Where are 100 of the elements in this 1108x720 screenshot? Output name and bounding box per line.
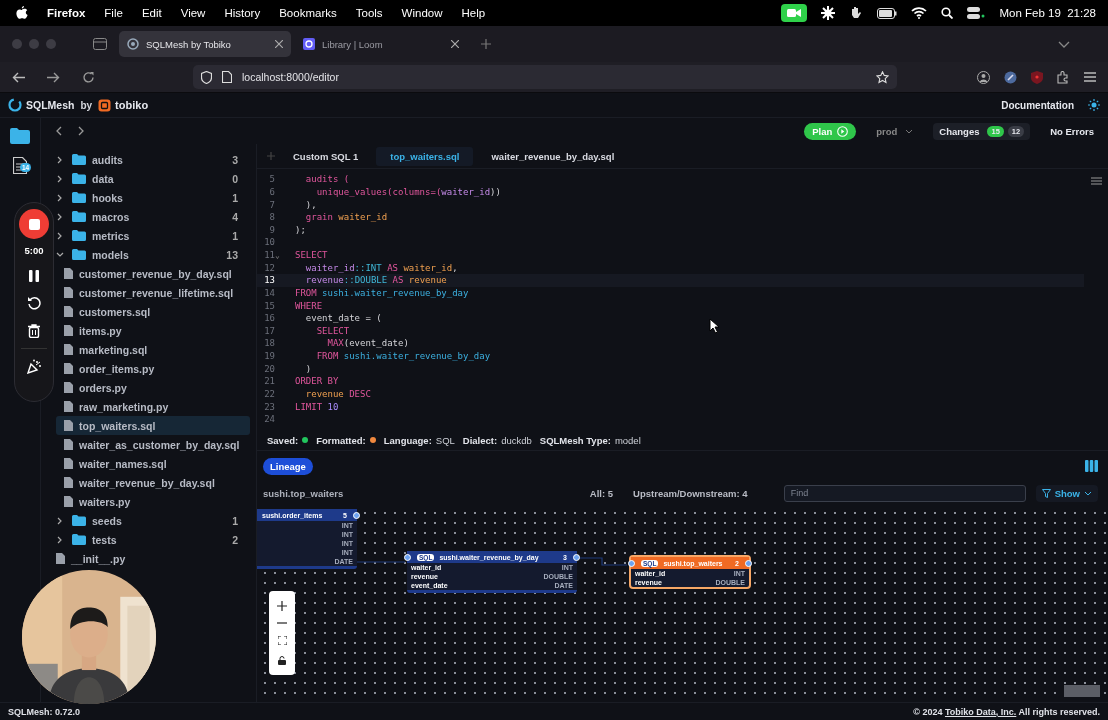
tree-item[interactable]: customers.sql (56, 302, 250, 321)
sidebar-toggle-icon[interactable] (93, 38, 107, 50)
connector-handle[interactable] (353, 511, 360, 519)
code-line: revenue DESC (304, 388, 371, 399)
tab-list-chevron-icon[interactable] (1058, 40, 1070, 48)
chevron-icon (56, 516, 64, 525)
gear-icon[interactable] (821, 6, 836, 20)
toggle-icon[interactable] (967, 7, 986, 19)
back-arrow-icon[interactable] (12, 71, 25, 83)
shield-extension-icon[interactable] (1031, 70, 1043, 84)
columns-icon[interactable] (1085, 460, 1098, 472)
show-button[interactable]: Show (1035, 484, 1098, 502)
menu-item[interactable]: Help (461, 7, 486, 19)
connector-handle[interactable] (573, 553, 580, 561)
shield-icon[interactable] (201, 70, 212, 84)
page-icon[interactable] (222, 71, 232, 83)
lineage-tab[interactable]: Lineage (263, 457, 313, 475)
tree-item[interactable]: data 0 (56, 169, 250, 188)
forward-arrow-icon[interactable] (47, 71, 60, 83)
address-bar[interactable]: localhost:8000/editor (193, 65, 897, 89)
fold-toggle[interactable]: ⌄ (275, 250, 280, 260)
zoom-in-icon[interactable] (277, 600, 287, 611)
editor-tab[interactable]: top_waiters.sql (376, 146, 474, 166)
reload-icon[interactable] (82, 70, 95, 84)
editor-tab[interactable]: Custom SQL 1 (279, 146, 373, 166)
tree-item[interactable]: waiter_revenue_by_day.sql (56, 473, 250, 492)
restart-icon[interactable] (27, 296, 41, 310)
tree-item[interactable]: seeds 1 (56, 511, 250, 530)
documentation-link[interactable]: Documentation (1001, 99, 1074, 111)
menu-icon[interactable] (1084, 72, 1096, 82)
zoom-out-icon[interactable] (277, 622, 287, 625)
tree-item[interactable]: items.py (56, 321, 250, 340)
menu-item[interactable]: Bookmarks (279, 7, 337, 19)
chevron-icon (56, 231, 64, 240)
company-logo-icon (98, 98, 112, 112)
close-icon[interactable] (451, 40, 459, 48)
wifi-icon[interactable] (911, 7, 928, 19)
editor-tab[interactable]: waiter_revenue_by_day.sql (477, 146, 629, 166)
stop-recording-button[interactable] (19, 209, 49, 239)
party-popper-icon[interactable] (26, 359, 42, 374)
menu-item[interactable]: History (224, 7, 261, 19)
account-icon[interactable] (977, 70, 990, 84)
status-label: Dialect: (462, 434, 498, 446)
tree-item[interactable]: raw_marketing.py (56, 397, 250, 416)
menu-app-name[interactable]: Firefox (47, 7, 86, 19)
tree-item[interactable]: hooks 1 (56, 188, 250, 207)
errors-button[interactable]: No Errors (1044, 124, 1100, 138)
folder-icon[interactable] (10, 128, 30, 144)
back-chevron-icon[interactable] (55, 126, 62, 136)
minimap-toggle-icon[interactable] (1091, 177, 1102, 185)
tree-item[interactable]: marketing.sql (56, 340, 250, 359)
apple-icon[interactable] (16, 6, 28, 20)
document-icon[interactable] (13, 157, 27, 174)
camera-status-icon[interactable] (781, 4, 808, 22)
tree-item[interactable]: waiters.py (56, 492, 250, 511)
puzzle-icon[interactable] (1057, 70, 1070, 84)
line-number: 21 (263, 376, 275, 387)
tree-item[interactable]: audits 3 (56, 150, 250, 169)
menu-clock[interactable]: Mon Feb 19 21:28 (999, 7, 1096, 19)
tree-item[interactable]: orders.py (56, 378, 250, 397)
menu-item[interactable]: View (180, 7, 206, 19)
sun-icon[interactable] (1088, 99, 1100, 111)
tree-item[interactable]: models 13 (56, 245, 250, 264)
tree-item[interactable]: customer_revenue_by_day.sql (56, 264, 250, 283)
find-field[interactable]: Find (783, 484, 1026, 502)
connector-handle[interactable] (745, 559, 752, 567)
menu-item[interactable]: Tools (355, 7, 383, 19)
browser-tab[interactable]: Library | Loom (295, 31, 467, 57)
tree-item[interactable]: top_waiters.sql (56, 416, 250, 435)
environment-dropdown[interactable]: prod (870, 124, 920, 138)
menu-item[interactable]: File (104, 7, 123, 19)
code-line: unique_values(columns=(waiter_id)) (315, 186, 501, 197)
menu-item[interactable]: Edit (141, 7, 162, 19)
company-link[interactable]: Tobiko Data, Inc. (944, 706, 1017, 717)
search-icon[interactable] (941, 7, 954, 19)
trash-icon[interactable] (28, 324, 40, 338)
recording-timer: 5:00 (24, 245, 44, 256)
tree-item[interactable]: metrics 1 (56, 226, 250, 245)
tree-item[interactable]: waiter_as_customer_by_day.sql (56, 435, 250, 454)
fit-view-icon[interactable] (277, 635, 287, 645)
star-icon[interactable] (876, 70, 889, 84)
tree-item[interactable]: __init__.py (56, 549, 250, 568)
tree-item[interactable]: waiter_names.sql (56, 454, 250, 473)
connector-handle[interactable] (628, 559, 635, 567)
tree-item[interactable]: macros 4 (56, 207, 250, 226)
tree-item[interactable]: customer_revenue_lifetime.sql (56, 283, 250, 302)
new-tab-icon[interactable] (481, 39, 491, 49)
pause-icon[interactable] (29, 270, 39, 282)
tree-item[interactable]: tests 2 (56, 530, 250, 549)
connector-handle[interactable] (404, 553, 411, 561)
menu-item[interactable]: Window (401, 7, 443, 19)
browser-tab[interactable]: SQLMesh by Tobiko (119, 31, 291, 57)
close-icon[interactable] (275, 40, 283, 48)
hand-icon[interactable] (849, 6, 864, 20)
lock-icon[interactable] (278, 656, 286, 666)
tree-item[interactable]: order_items.py (56, 359, 250, 378)
code-line: waiter_id::INT AS waiter_id, (304, 262, 458, 273)
forward-chevron-icon[interactable] (78, 126, 85, 136)
battery-icon[interactable] (877, 7, 898, 19)
extension-icon[interactable] (1004, 70, 1017, 84)
